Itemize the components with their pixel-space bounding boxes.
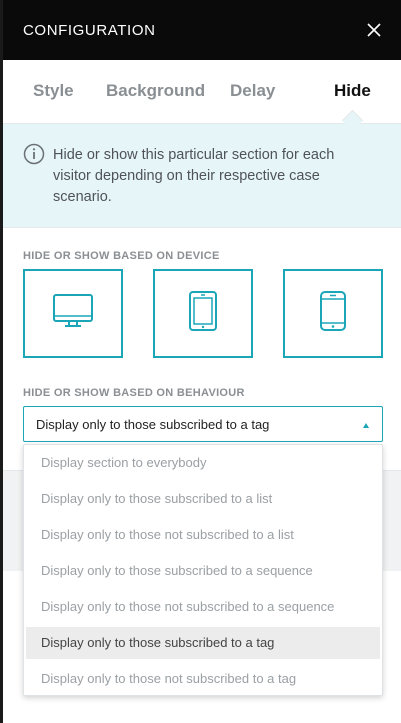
tablet-toggle[interactable] xyxy=(153,269,253,358)
dropdown-option[interactable]: Display only to those not subscribed to … xyxy=(26,519,380,551)
tab-style[interactable]: Style xyxy=(33,81,74,101)
desktop-icon xyxy=(52,293,94,334)
desktop-toggle[interactable] xyxy=(23,269,123,358)
tab-bar: Style Background Delay Hide xyxy=(0,60,401,124)
dropdown-option-selected[interactable]: Display only to those subscribed to a ta… xyxy=(26,627,380,659)
close-icon[interactable] xyxy=(365,21,383,39)
tablet-icon xyxy=(188,290,218,337)
info-icon xyxy=(23,143,45,165)
dropdown-option[interactable]: Display only to those subscribed to a li… xyxy=(26,483,380,515)
tab-background[interactable]: Background xyxy=(106,81,205,101)
panel-header: CONFIGURATION xyxy=(0,0,401,60)
info-box: Hide or show this particular section for… xyxy=(0,124,401,228)
behaviour-section-label: HIDE OR SHOW BASED ON BEHAVIOUR xyxy=(23,387,245,399)
behaviour-dropdown-menu: Display section to everybody Display onl… xyxy=(23,444,383,696)
window-edge xyxy=(0,0,3,723)
panel-footer xyxy=(0,695,401,723)
panel-title: CONFIGURATION xyxy=(23,21,156,39)
device-section-label: HIDE OR SHOW BASED ON DEVICE xyxy=(23,250,220,262)
mobile-icon xyxy=(319,290,347,337)
tab-hide[interactable]: Hide xyxy=(334,81,371,101)
mobile-toggle[interactable] xyxy=(283,269,383,358)
dropdown-option[interactable]: Display section to everybody xyxy=(26,447,380,479)
behaviour-select-value: Display only to those subscribed to a ta… xyxy=(36,417,270,432)
tab-delay[interactable]: Delay xyxy=(230,81,275,101)
info-text: Hide or show this particular section for… xyxy=(53,147,335,205)
dropdown-option[interactable]: Display only to those not subscribed to … xyxy=(26,663,380,695)
dropdown-option[interactable]: Display only to those not subscribed to … xyxy=(26,591,380,623)
dropdown-option[interactable]: Display only to those subscribed to a se… xyxy=(26,555,380,587)
behaviour-select[interactable]: Display only to those subscribed to a ta… xyxy=(23,406,383,442)
caret-up-icon xyxy=(363,423,369,428)
